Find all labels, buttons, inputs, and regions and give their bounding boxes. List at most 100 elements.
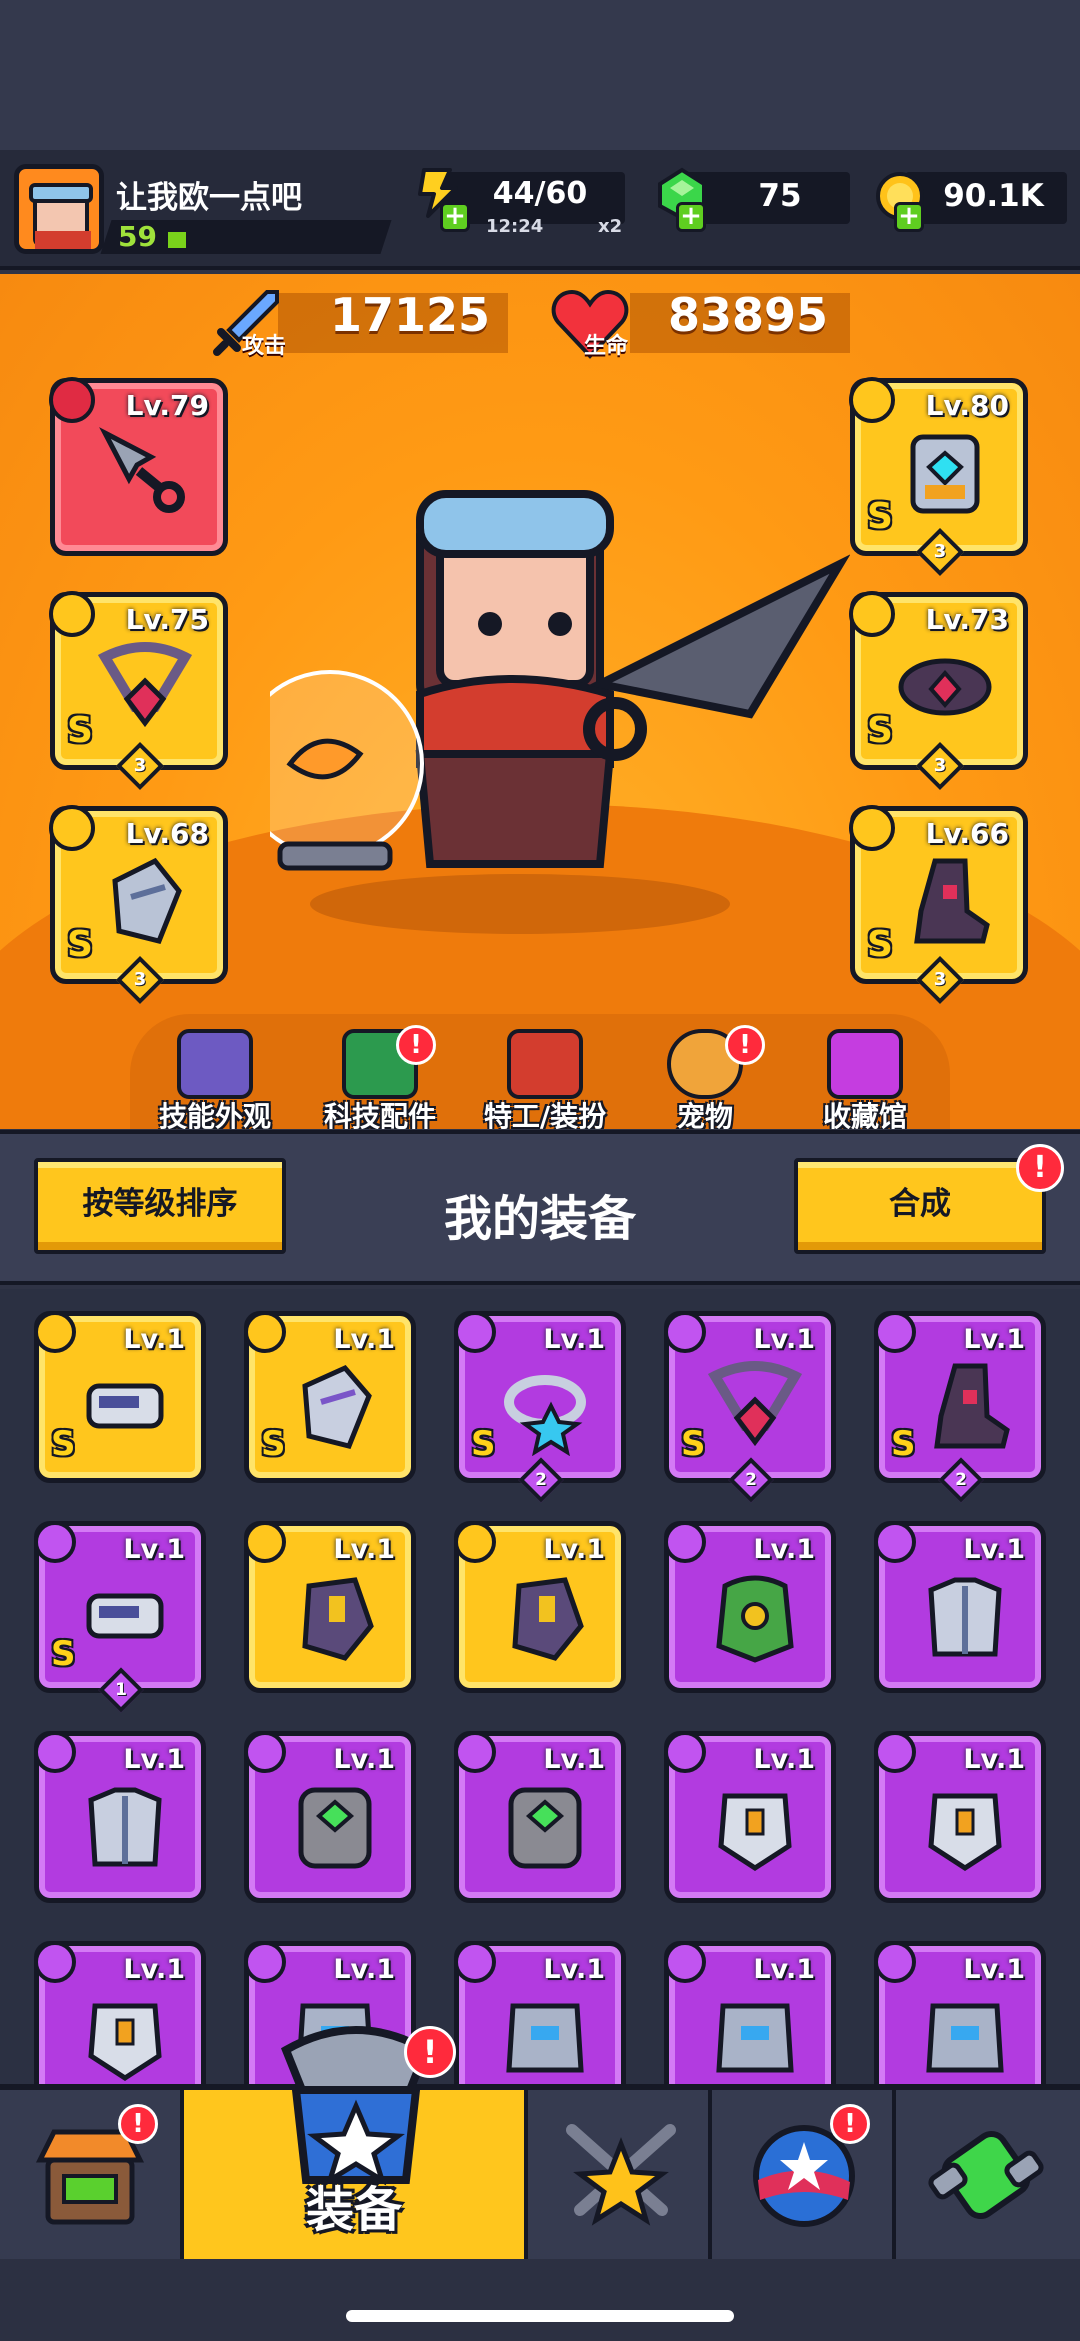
item-level: Lv.1 bbox=[963, 1954, 1025, 1985]
weapon-slot[interactable]: Lv.79 bbox=[49, 377, 228, 556]
status-bar-area bbox=[0, 0, 1080, 150]
item-level: Lv.1 bbox=[963, 1534, 1025, 1565]
hero-character bbox=[270, 490, 850, 934]
armor-slot[interactable]: Lv.80 S 3 bbox=[849, 377, 1028, 577]
inventory-item-card[interactable]: Lv.1 bbox=[874, 1731, 1046, 1903]
health-label: 生命 bbox=[584, 334, 629, 359]
inventory-item-card[interactable]: Lv.1 bbox=[664, 1941, 836, 2084]
item-type-icon bbox=[34, 1521, 76, 1563]
inventory-item-card[interactable]: Lv.1 bbox=[454, 1941, 626, 2084]
item-stars: 2 bbox=[955, 1470, 967, 1490]
equipment-item-icon bbox=[926, 2003, 1004, 2073]
belt-stars: 3 bbox=[933, 755, 947, 776]
item-stars: 1 bbox=[115, 1680, 127, 1700]
nav-tab-world[interactable]: ! bbox=[712, 2090, 896, 2259]
inventory-item-card[interactable]: Lv.1 bbox=[34, 1941, 206, 2084]
kunai-icon bbox=[99, 427, 185, 513]
equipment-item-icon bbox=[504, 1375, 586, 1456]
item-stars-badge: 2 bbox=[518, 1457, 564, 1503]
equipment-item-icon bbox=[928, 1577, 1002, 1657]
robot-armor-icon bbox=[910, 434, 980, 514]
gloves-level: Lv.68 bbox=[125, 817, 209, 850]
boots-level: Lv.66 bbox=[925, 817, 1009, 850]
inventory-item-card[interactable]: Lv.1 bbox=[454, 1731, 626, 1903]
inventory-item-card[interactable]: Lv.1 bbox=[454, 1521, 626, 1693]
inventory-item-card[interactable]: Lv.1 S 2 bbox=[664, 1311, 836, 1503]
add-gems-button[interactable]: + bbox=[676, 202, 706, 232]
merge-button[interactable]: 合成 bbox=[794, 1158, 1046, 1254]
nav-tab-battle[interactable] bbox=[528, 2090, 712, 2259]
inventory-item-card[interactable]: Lv.1 bbox=[664, 1731, 836, 1903]
shop-alert-badge: ! bbox=[118, 2104, 158, 2144]
dna-capsule-icon bbox=[928, 2130, 1044, 2220]
pets-button[interactable]: 宠物 ! bbox=[625, 1025, 785, 1129]
inventory-item-card[interactable]: Lv.1 S bbox=[34, 1311, 206, 1483]
nav-tab-lab[interactable] bbox=[896, 2090, 1080, 2259]
item-level: Lv.1 bbox=[543, 1744, 605, 1775]
armor-level: Lv.80 bbox=[925, 389, 1009, 422]
bottom-navigation: ! 装备 ! ! bbox=[0, 2026, 1080, 2259]
chest-icon bbox=[827, 1029, 903, 1099]
item-level: Lv.1 bbox=[543, 1324, 605, 1355]
item-level: Lv.1 bbox=[333, 1954, 395, 1985]
inventory-item-card[interactable]: Lv.1 bbox=[874, 1941, 1046, 2084]
item-stars-badge: 1 bbox=[98, 1667, 144, 1713]
collection-button[interactable]: 收藏馆 bbox=[785, 1029, 945, 1129]
necklace-slot[interactable]: Lv.75 S 3 bbox=[49, 591, 228, 791]
collection-label: 收藏馆 bbox=[822, 1100, 907, 1129]
equipment-item-icon bbox=[302, 1364, 372, 1449]
tech-parts-button[interactable]: 科技配件 ! bbox=[300, 1025, 460, 1129]
xp-progress-fill bbox=[166, 230, 188, 250]
inventory-item-card[interactable]: Lv.1 bbox=[34, 1731, 206, 1903]
weapon-type-icon bbox=[49, 377, 95, 423]
inventory-item-card[interactable]: Lv.1 bbox=[874, 1521, 1046, 1693]
item-level: Lv.1 bbox=[753, 1954, 815, 1985]
equipment-item-icon bbox=[718, 1793, 792, 1871]
inventory-item-card[interactable]: Lv.1 bbox=[244, 1731, 416, 1903]
sort-by-level-button[interactable]: 按等级排序 bbox=[34, 1158, 286, 1254]
armor-type-icon bbox=[849, 377, 895, 423]
inventory-item-card[interactable]: Lv.1 S 2 bbox=[874, 1311, 1046, 1503]
necklace-level: Lv.75 bbox=[125, 603, 209, 636]
home-indicator[interactable] bbox=[346, 2310, 734, 2322]
equipment-item-icon bbox=[88, 1787, 162, 1867]
inventory-grid: Lv.1 S Lv.1 S Lv.1 S 2 Lv.1 S 2 Lv.1 S 2 Lv.1 S 1 Lv.1 Lv… bbox=[0, 1289, 1080, 2084]
inventory-item-card[interactable]: Lv.1 S 1 bbox=[34, 1521, 206, 1713]
energy-value: 44/60 bbox=[492, 176, 588, 211]
item-type-icon bbox=[664, 1941, 706, 1983]
player-avatar[interactable] bbox=[14, 164, 104, 254]
necklace-stars-badge: 3 bbox=[115, 741, 165, 791]
equipment-item-icon bbox=[506, 2003, 584, 2073]
my-equipment-bar: 按等级排序 我的装备 合成 ! bbox=[0, 1130, 1080, 1285]
avatar-scarf bbox=[35, 231, 91, 249]
item-type-icon bbox=[874, 1311, 916, 1353]
item-stars: 2 bbox=[745, 1470, 757, 1490]
nav-tab-shop[interactable]: ! bbox=[0, 2090, 184, 2259]
equipment-item-icon bbox=[512, 1577, 584, 1661]
item-type-icon bbox=[874, 1731, 916, 1773]
weapon-level: Lv.79 bbox=[125, 389, 209, 422]
equipment-item-icon bbox=[88, 2003, 162, 2081]
equipment-item-icon bbox=[716, 2003, 794, 2073]
skill-skins-label: 技能外观 bbox=[158, 1100, 271, 1129]
boots-slot[interactable]: Lv.66 S 3 bbox=[849, 805, 1028, 1005]
item-type-icon bbox=[244, 1521, 286, 1563]
add-energy-button[interactable]: + bbox=[440, 202, 470, 232]
item-rank: S bbox=[261, 1424, 286, 1464]
armor-rank: S bbox=[867, 496, 893, 537]
agent-costume-button[interactable]: 特工/装扮 bbox=[465, 1029, 625, 1129]
skill-skins-button[interactable]: 技能外观 bbox=[135, 1029, 295, 1129]
inventory-item-card[interactable]: Lv.1 S bbox=[244, 1311, 416, 1483]
item-type-icon bbox=[874, 1941, 916, 1983]
nav-tab-equipment[interactable]: 装备 ! bbox=[184, 2026, 528, 2259]
belt-rank: S bbox=[867, 710, 893, 751]
belt-slot[interactable]: Lv.73 S 3 bbox=[849, 591, 1028, 791]
inventory-item-card[interactable]: Lv.1 bbox=[664, 1521, 836, 1693]
item-type-icon bbox=[454, 1311, 496, 1353]
item-type-icon bbox=[244, 1311, 286, 1353]
gloves-slot[interactable]: Lv.68 S 3 bbox=[49, 805, 228, 1005]
add-coins-button[interactable]: + bbox=[894, 202, 924, 232]
inventory-item-card[interactable]: Lv.1 bbox=[244, 1521, 416, 1693]
item-level: Lv.1 bbox=[753, 1324, 815, 1355]
inventory-item-card[interactable]: Lv.1 S 2 bbox=[454, 1311, 626, 1503]
